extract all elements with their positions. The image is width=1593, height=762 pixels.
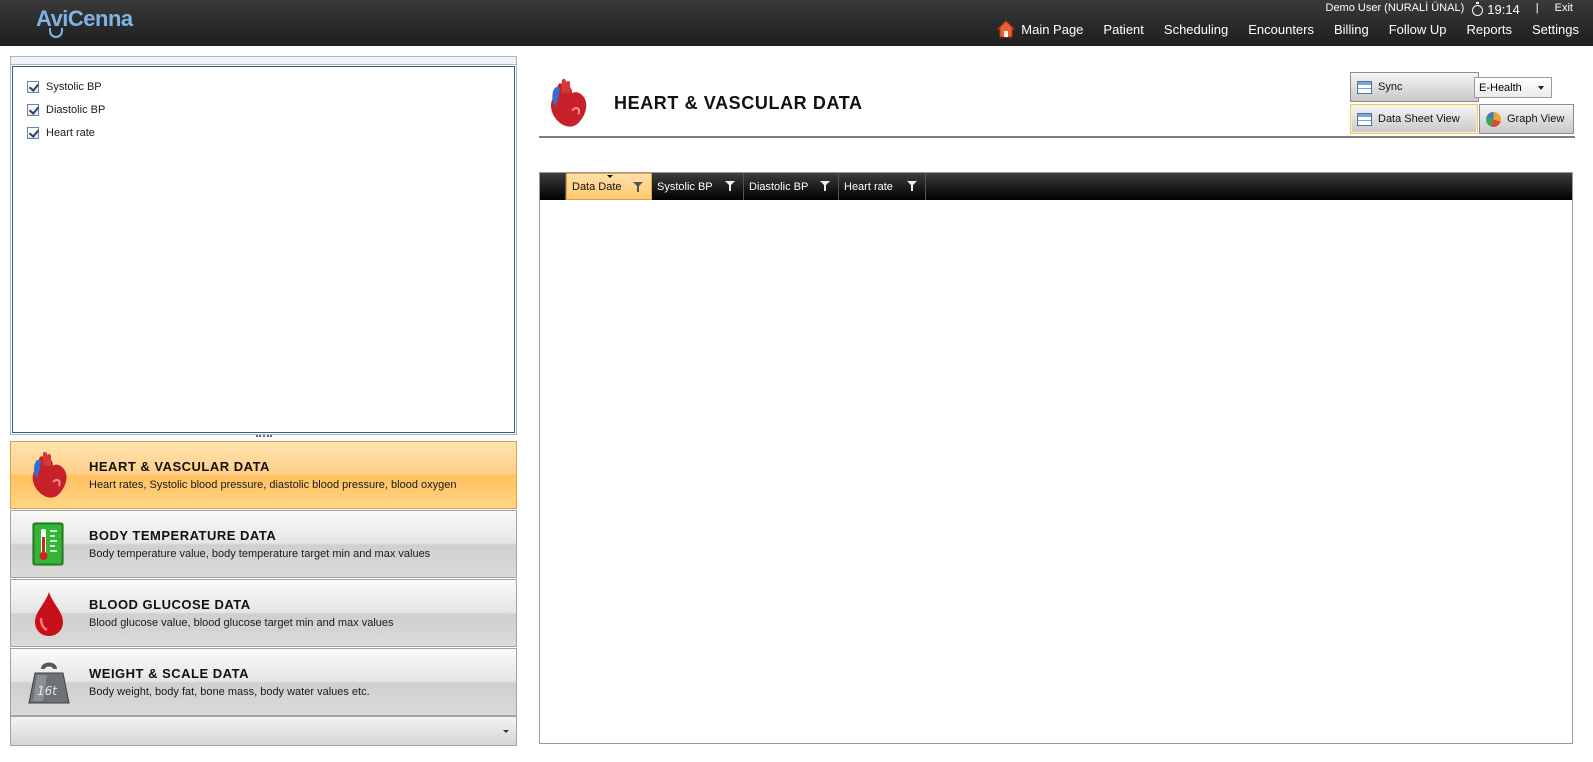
button-label: Graph View: [1507, 113, 1565, 125]
category-description: Body temperature value, body temperature…: [89, 548, 431, 560]
table-icon: [1357, 112, 1372, 126]
category-title: BLOOD GLUCOSE DATA: [89, 597, 251, 612]
checkbox-systolic-bp[interactable]: Systolic BP: [27, 81, 102, 93]
row-indicator-header: [540, 173, 566, 200]
user-info: Demo User (NURALİ ÜNAL) 19:14 | Exit: [1325, 0, 1573, 17]
filter-icon[interactable]: [725, 181, 735, 191]
panel-header-strip: [11, 57, 516, 65]
blood-drop-icon: [35, 592, 63, 636]
column-label: Heart rate: [844, 180, 893, 193]
heart-icon: [550, 78, 587, 127]
separator: |: [1535, 2, 1539, 14]
series-list: Systolic BP Diastolic BP Heart rate: [12, 66, 515, 433]
user-name: Demo User (NURALİ ÜNAL): [1325, 2, 1465, 14]
pie-chart-icon: [1486, 111, 1501, 127]
app-logo: AviCenna: [36, 6, 133, 38]
left-panel: Systolic BP Diastolic BP Heart rate HEAR…: [10, 56, 517, 748]
column-header-data-date[interactable]: Data Date: [566, 173, 652, 200]
nav-scheduling[interactable]: Scheduling: [1164, 22, 1228, 37]
grid-header: Data Date Systolic BP Diastolic BP Heart…: [540, 173, 1572, 200]
category-title: BODY TEMPERATURE DATA: [89, 528, 277, 543]
page-title: HEART & VASCULAR DATA: [614, 93, 863, 113]
home-icon: [997, 20, 1016, 38]
button-label: Sync: [1378, 81, 1403, 93]
category-overflow-button[interactable]: [10, 716, 517, 746]
main-nav: Main Page Patient Scheduling Encounters …: [977, 20, 1579, 38]
category-description: Body weight, body fat, bone mass, body w…: [89, 686, 370, 698]
weight-icon: 16t: [28, 662, 70, 704]
sort-indicator-icon: [607, 175, 613, 178]
category-heart-vascular[interactable]: HEART & VASCULAR DATA Heart rates, Systo…: [10, 441, 517, 509]
checkbox-checked-icon[interactable]: [27, 81, 39, 93]
chevron-down-icon: [503, 730, 509, 733]
filter-icon[interactable]: [633, 182, 643, 192]
column-header-diastolic-bp[interactable]: Diastolic BP: [744, 173, 839, 200]
category-title: HEART & VASCULAR DATA: [89, 459, 270, 474]
checkbox-label: Heart rate: [46, 127, 95, 139]
nav-billing[interactable]: Billing: [1334, 22, 1369, 37]
category-description: Heart rates, Systolic blood pressure, di…: [89, 479, 457, 491]
checkbox-checked-icon[interactable]: [27, 104, 39, 116]
sync-button[interactable]: Sync: [1350, 72, 1479, 102]
heart-icon: [32, 452, 67, 498]
column-header-systolic-bp[interactable]: Systolic BP: [652, 173, 744, 200]
current-time: 19:14: [1487, 2, 1520, 17]
nav-encounters[interactable]: Encounters: [1248, 22, 1314, 37]
category-blood-glucose[interactable]: BLOOD GLUCOSE DATA Blood glucose value, …: [10, 579, 517, 647]
svg-text:16t: 16t: [37, 684, 58, 698]
checkbox-label: Systolic BP: [46, 81, 102, 93]
nav-patient[interactable]: Patient: [1103, 22, 1143, 37]
filter-icon[interactable]: [820, 181, 830, 191]
column-label: Systolic BP: [657, 180, 713, 193]
graph-view-button[interactable]: Graph View: [1479, 104, 1574, 134]
button-label: Data Sheet View: [1378, 113, 1460, 125]
category-title: WEIGHT & SCALE DATA: [89, 666, 249, 681]
column-label: Diastolic BP: [749, 180, 809, 193]
data-grid: Data Date Systolic BP Diastolic BP Heart…: [539, 172, 1573, 744]
data-sheet-view-button[interactable]: Data Sheet View: [1350, 104, 1478, 134]
thermometer-icon: [32, 522, 64, 566]
nav-main-page[interactable]: Main Page: [997, 20, 1083, 38]
checkbox-diastolic-bp[interactable]: Diastolic BP: [27, 104, 105, 116]
nav-settings[interactable]: Settings: [1532, 22, 1579, 37]
category-weight-scale[interactable]: 16t WEIGHT & SCALE DATA Body weight, bod…: [10, 648, 517, 716]
column-label: Data Date: [572, 180, 622, 193]
column-header-heart-rate[interactable]: Heart rate: [839, 173, 926, 200]
exit-link[interactable]: Exit: [1555, 2, 1573, 14]
data-source-select[interactable]: E-Health: [1474, 77, 1552, 98]
resize-grip[interactable]: [256, 435, 272, 439]
checkbox-label: Diastolic BP: [46, 104, 106, 116]
filter-icon[interactable]: [907, 181, 917, 191]
checkbox-checked-icon[interactable]: [27, 127, 39, 139]
category-description: Blood glucose value, blood glucose targe…: [89, 617, 394, 629]
nav-reports[interactable]: Reports: [1466, 22, 1512, 37]
checkbox-heart-rate[interactable]: Heart rate: [27, 127, 95, 139]
series-filter-panel: Systolic BP Diastolic BP Heart rate: [10, 56, 517, 435]
nav-label: Main Page: [1021, 21, 1084, 37]
top-bar: AviCenna Demo User (NURALİ ÜNAL) 19:14 |…: [0, 0, 1593, 46]
chevron-down-icon: [1538, 86, 1544, 90]
table-icon: [1357, 80, 1372, 94]
select-value: E-Health: [1479, 81, 1522, 94]
category-body-temperature[interactable]: BODY TEMPERATURE DATA Body temperature v…: [10, 510, 517, 578]
clock-icon: [1472, 1, 1484, 16]
nav-follow-up[interactable]: Follow Up: [1389, 22, 1447, 37]
